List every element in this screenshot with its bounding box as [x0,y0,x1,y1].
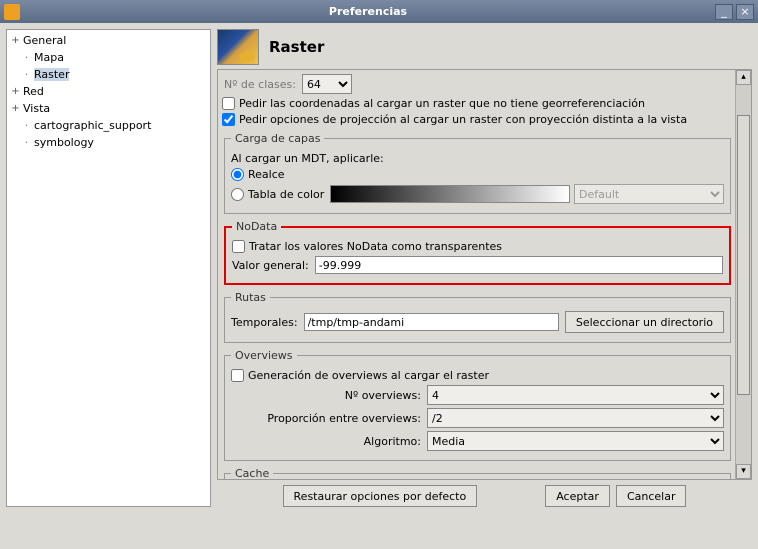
window-title: Preferencias [24,5,712,18]
overviews-fieldset: Overviews Generación de overviews al car… [224,349,731,461]
scroll-track[interactable] [736,85,751,464]
rutas-legend: Rutas [231,291,270,304]
nodata-transparent-label: Tratar los valores NoData como transpare… [249,240,502,253]
tree-item-general[interactable]: +General [7,32,210,49]
temporales-label: Temporales: [231,316,298,329]
tree-item-vista[interactable]: +Vista [7,100,210,117]
expand-icon[interactable]: + [10,103,21,114]
nodata-fieldset: NoData Tratar los valores NoData como tr… [224,220,731,285]
ask-coords-label: Pedir las coordenadas al cargar un raste… [239,97,645,110]
select-directory-button[interactable]: Seleccionar un directorio [565,311,724,333]
nodata-legend: NoData [232,220,281,233]
expand-icon[interactable]: + [10,86,21,97]
ask-coords-checkbox[interactable] [222,97,235,110]
algo-label: Algoritmo: [231,435,421,448]
prop-overviews-label: Proporción entre overviews: [231,412,421,425]
generate-overviews-label: Generación de overviews al cargar el ras… [248,369,489,382]
carga-legend: Carga de capas [231,132,324,145]
algo-select[interactable]: Media [427,431,724,451]
cache-legend: Cache [231,467,273,479]
vertical-scrollbar[interactable]: ▴ ▾ [735,70,751,479]
close-button[interactable]: × [736,4,754,20]
n-overviews-select[interactable]: 4 [427,385,724,405]
valor-general-label: Valor general: [232,259,309,272]
expand-icon[interactable]: + [10,35,21,46]
tabla-label: Tabla de color [248,188,324,201]
tree-item-raster[interactable]: ·Raster [7,66,210,83]
minimize-button[interactable]: _ [715,4,733,20]
classes-label: Nº de clases: [224,78,296,91]
preferences-tree[interactable]: +General ·Mapa ·Raster +Red +Vista ·cart… [6,29,211,507]
palette-select[interactable]: Default [574,184,724,204]
tree-item-cartographic[interactable]: ·cartographic_support [7,117,210,134]
dialog-buttons: Restaurar opciones por defecto Aceptar C… [217,480,752,507]
accept-button[interactable]: Aceptar [545,485,610,507]
page-title: Raster [269,38,324,56]
mdt-label: Al cargar un MDT, aplicarle: [231,152,384,165]
cancel-button[interactable]: Cancelar [616,485,687,507]
ask-proj-label: Pedir opciones de projección al cargar u… [239,113,687,126]
scroll-thumb[interactable] [737,115,750,395]
tree-item-symbology[interactable]: ·symbology [7,134,210,151]
content-header: Raster [217,29,752,65]
prop-overviews-select[interactable]: /2 [427,408,724,428]
classes-select[interactable]: 64 [302,74,352,94]
scroll-down-icon[interactable]: ▾ [736,464,751,479]
nodata-transparent-checkbox[interactable] [232,240,245,253]
tree-item-red[interactable]: +Red [7,83,210,100]
realce-radio[interactable] [231,168,244,181]
valor-general-input[interactable] [315,256,723,274]
settings-scrollarea: Nº de clases: 64 Pedir las coordenadas a… [217,69,752,480]
ask-proj-checkbox[interactable] [222,113,235,126]
carga-fieldset: Carga de capas Al cargar un MDT, aplicar… [224,132,731,214]
realce-label: Realce [248,168,285,181]
gradient-preview [330,185,570,203]
n-overviews-label: Nº overviews: [231,389,421,402]
restore-defaults-button[interactable]: Restaurar opciones por defecto [283,485,478,507]
cache-fieldset: Cache [224,467,731,479]
tree-item-mapa[interactable]: ·Mapa [7,49,210,66]
rutas-fieldset: Rutas Temporales: Seleccionar un directo… [224,291,731,343]
overviews-legend: Overviews [231,349,297,362]
temporales-input[interactable] [304,313,559,331]
scroll-up-icon[interactable]: ▴ [736,70,751,85]
tabla-radio[interactable] [231,188,244,201]
titlebar: Preferencias _ × [0,0,758,23]
raster-thumbnail-icon [217,29,259,65]
generate-overviews-checkbox[interactable] [231,369,244,382]
app-icon [4,4,20,20]
